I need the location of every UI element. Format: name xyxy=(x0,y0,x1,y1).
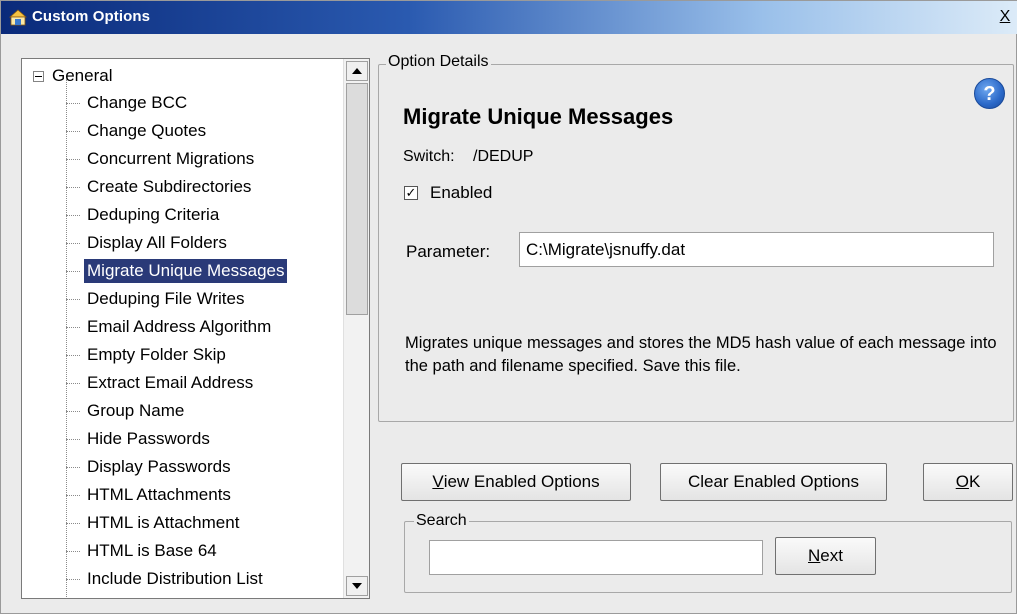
tree-connector xyxy=(66,214,80,216)
tree-item[interactable]: Deduping File Writes xyxy=(66,286,247,312)
tree-connector xyxy=(66,270,80,272)
tree-item[interactable]: HTML is Attachment xyxy=(66,510,242,536)
tree-item-label: Extract Email Address xyxy=(87,373,254,392)
tree-connector xyxy=(66,158,80,160)
ok-button[interactable]: OK xyxy=(923,463,1013,501)
window-title: Custom Options xyxy=(32,8,151,25)
tree-item-label: Deduping File Writes xyxy=(87,289,245,308)
view-enabled-label: iew Enabled Options xyxy=(443,472,600,491)
tree-item-label: Group Name xyxy=(87,401,185,420)
switch-value: /DEDUP xyxy=(473,148,534,165)
tree-connector xyxy=(66,438,80,440)
tree-connector xyxy=(66,354,80,356)
tree-connector xyxy=(66,466,80,468)
tree-item-label: Change Quotes xyxy=(87,121,207,140)
switch-label: Switch: xyxy=(403,148,455,165)
tree-item-label: Include Distribution List xyxy=(87,569,263,588)
next-label: ext xyxy=(820,546,843,565)
option-description: Migrates unique messages and stores the … xyxy=(405,334,997,375)
tree-item[interactable]: Create Subdirectories xyxy=(66,174,254,200)
tree-item-label: Deduping Criteria xyxy=(87,205,220,224)
tree-item-label: HTML is Base 64 xyxy=(87,541,217,560)
tree-connector xyxy=(66,186,80,188)
view-enabled-options-button[interactable]: View Enabled Options xyxy=(401,463,631,501)
tree-connector xyxy=(66,550,80,552)
ok-mnemonic: O xyxy=(955,472,969,491)
tree-connector xyxy=(66,578,80,580)
tree-item[interactable]: Change BCC xyxy=(66,90,190,116)
tree-connector xyxy=(66,242,80,244)
tree-item-label: Hide Passwords xyxy=(87,429,210,448)
tree-item[interactable]: HTML is Base 64 xyxy=(66,538,220,564)
tree-item-label: Concurrent Migrations xyxy=(87,149,255,168)
tree-item-label: Empty Folder Skip xyxy=(87,345,226,364)
scroll-down-button[interactable] xyxy=(346,576,368,596)
search-input[interactable] xyxy=(429,540,763,575)
tree-item-label: HTML Attachments xyxy=(87,485,231,504)
tree-connector xyxy=(66,102,80,104)
tree-list: General Change BCC Change Quotes Concurren… xyxy=(22,59,344,598)
tree-item[interactable]: Deduping Criteria xyxy=(66,202,222,228)
tree-connector xyxy=(66,494,80,496)
tree-item[interactable]: Group Name xyxy=(66,398,187,424)
tree-item-label: Migrate Unique Messages xyxy=(84,259,288,283)
scroll-thumb[interactable] xyxy=(346,83,368,315)
tree-scrollbar[interactable] xyxy=(343,59,369,598)
tree-item[interactable]: Empty Folder Skip xyxy=(66,342,229,368)
tree-root-general[interactable]: General xyxy=(33,65,112,87)
tree-connector xyxy=(66,522,80,524)
tree-item[interactable]: HTML Attachments xyxy=(66,482,234,508)
view-enabled-mnemonic: V xyxy=(432,472,444,491)
tree-item[interactable]: Migrate Unique Messages xyxy=(66,258,288,284)
clear-enabled-options-button[interactable]: Clear Enabled Options xyxy=(660,463,887,501)
arrow-down-icon xyxy=(352,583,362,589)
option-details-legend: Option Details xyxy=(386,53,491,71)
tree-connector xyxy=(66,298,80,300)
options-tree[interactable]: General Change BCC Change Quotes Concurren… xyxy=(21,58,370,599)
tree-item-label: Display Passwords xyxy=(87,457,231,476)
scroll-up-button[interactable] xyxy=(346,61,368,81)
parameter-input[interactable] xyxy=(519,232,994,267)
enabled-label[interactable]: Enabled xyxy=(430,183,492,203)
app-icon xyxy=(9,9,27,26)
next-mnemonic: N xyxy=(808,546,821,565)
tree-item-label: HTML is Attachment xyxy=(87,513,240,532)
tree-connector xyxy=(66,130,80,132)
tree-item-label: Create Subdirectories xyxy=(87,177,252,196)
collapse-icon[interactable] xyxy=(33,70,44,82)
tree-item[interactable]: Email Address Algorithm xyxy=(66,314,274,340)
tree-item-label: Display All Folders xyxy=(87,233,227,252)
option-title: Migrate Unique Messages xyxy=(403,104,674,129)
close-button[interactable]: X xyxy=(996,7,1014,27)
tree-item[interactable]: Display All Folders xyxy=(66,230,230,256)
parameter-label: Parameter: xyxy=(406,242,491,261)
tree-connector xyxy=(66,410,80,412)
tree-connector xyxy=(66,326,80,328)
ok-label: K xyxy=(968,472,981,491)
tree-item[interactable]: Hide Passwords xyxy=(66,426,213,452)
tree-item-label: Email Address Algorithm xyxy=(87,317,272,336)
tree-item[interactable]: Display Passwords xyxy=(66,454,234,480)
tree-item[interactable]: Concurrent Migrations xyxy=(66,146,257,172)
tree-item-label: Change BCC xyxy=(87,93,188,112)
arrow-up-icon xyxy=(352,68,362,74)
tree-root-label: General xyxy=(52,66,113,85)
next-button[interactable]: Next xyxy=(775,537,876,575)
tree-item[interactable]: Include Distribution List xyxy=(66,566,266,592)
search-legend: Search xyxy=(414,512,469,530)
tree-item[interactable]: Change Quotes xyxy=(66,118,209,144)
tree-item[interactable]: Extract Email Address xyxy=(66,370,256,396)
help-icon[interactable]: ? xyxy=(974,78,1005,109)
enabled-checkbox[interactable]: ✓ xyxy=(404,186,418,200)
title-bar[interactable]: Custom Options X xyxy=(1,1,1017,34)
tree-connector xyxy=(66,382,80,384)
custom-options-window: Custom Options X General Change BCC Chang… xyxy=(0,0,1017,614)
